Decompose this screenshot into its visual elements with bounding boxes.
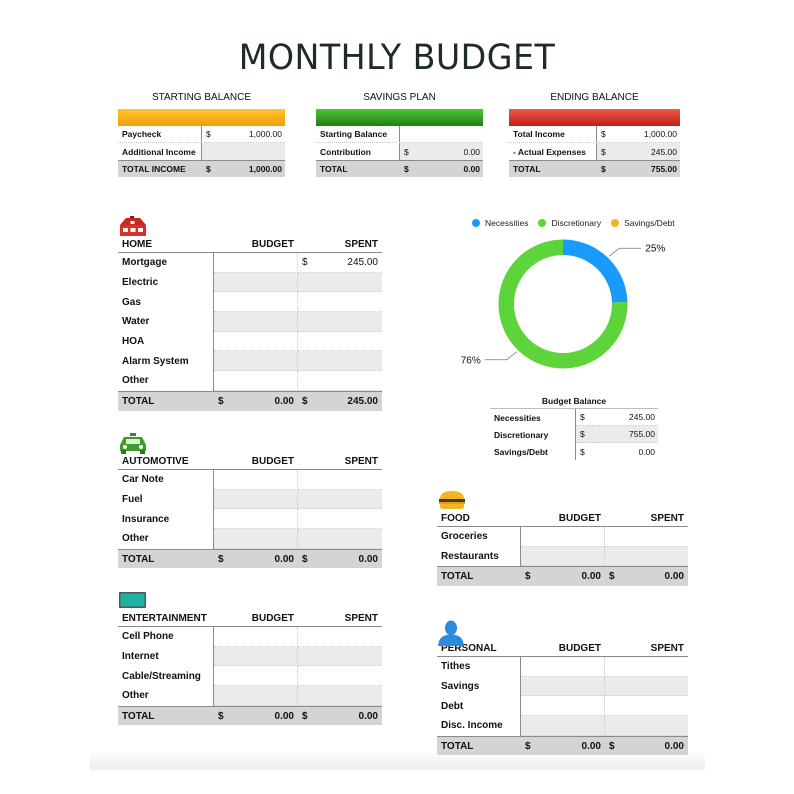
table-row: Necessities $ 245.00: [490, 409, 658, 426]
row-label: Discretionary: [490, 426, 576, 443]
budget-balance-caption: Budget Balance: [490, 396, 658, 409]
row-label: Savings/Debt: [490, 443, 576, 460]
currency-symbol: $: [580, 446, 585, 457]
currency-symbol: $: [576, 426, 592, 443]
label-leader-line: [484, 351, 517, 361]
table-row: Savings/Debt $ 0.00: [490, 443, 658, 460]
currency-symbol: $: [576, 409, 592, 426]
discretionary-value: 755.00: [592, 426, 658, 443]
savings-debt-value: 0.00: [638, 446, 655, 457]
percentage-label: 25%: [645, 244, 665, 255]
table-row: Discretionary $ 755.00: [490, 426, 658, 443]
row-label: Necessities: [490, 409, 576, 426]
label-leader-line: [609, 247, 642, 257]
percentage-label: 76%: [461, 355, 481, 366]
necessities-value: 245.00: [592, 409, 658, 426]
donut-chart: 25% 76%: [461, 239, 665, 369]
budget-balance-table: Budget Balance Necessities $ 245.00 Disc…: [490, 396, 658, 460]
